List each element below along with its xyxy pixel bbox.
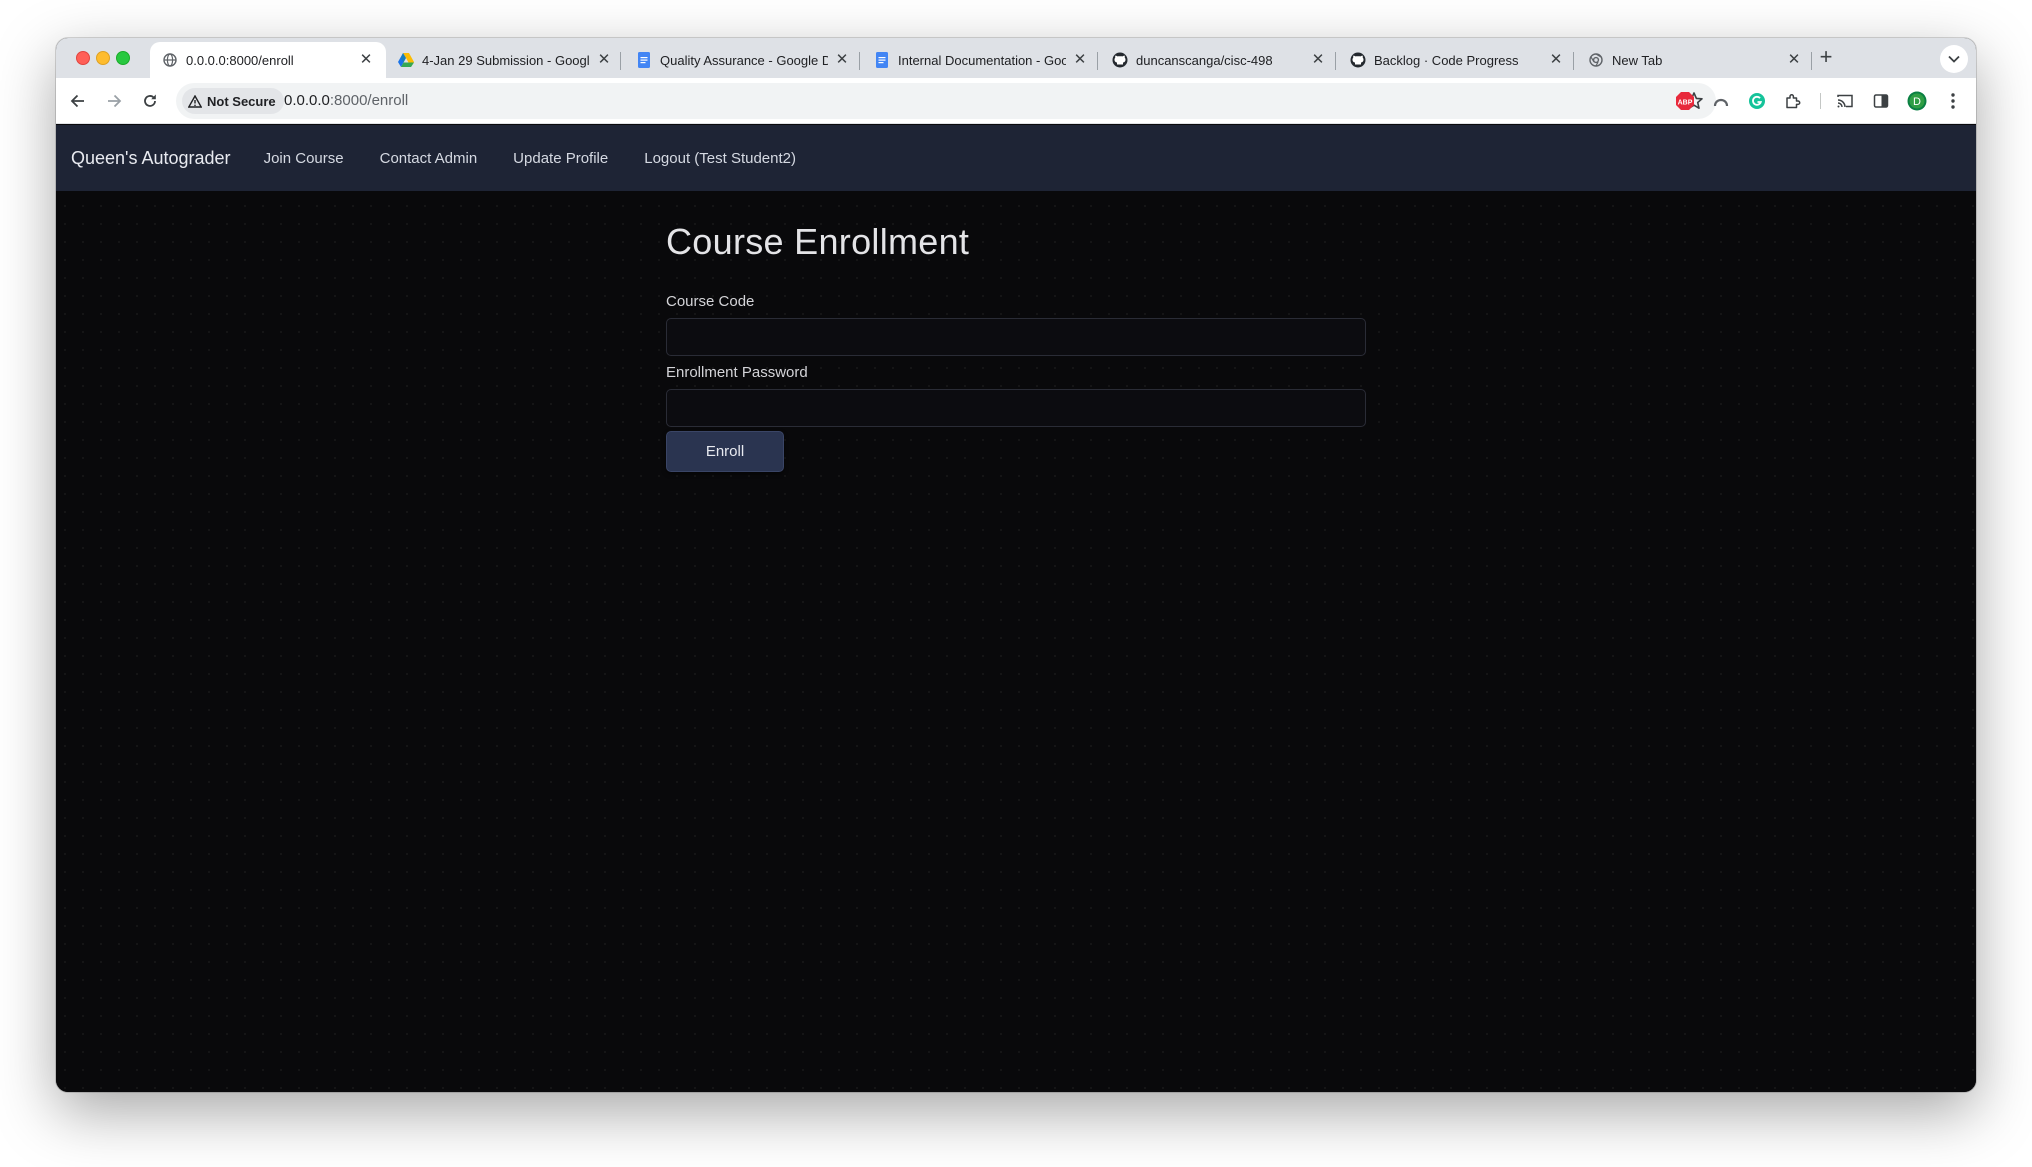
cast-icon[interactable] — [1834, 90, 1856, 112]
google-docs-icon — [636, 52, 652, 68]
course-code-label: Course Code — [666, 293, 755, 310]
tab-title: 4-Jan 29 Submission - Googl — [422, 52, 590, 68]
warning-icon — [188, 94, 202, 108]
close-tab-icon[interactable]: ✕ — [1786, 52, 1802, 68]
google-docs-icon — [874, 52, 890, 68]
nav-update-profile[interactable]: Update Profile — [513, 150, 608, 167]
reload-button[interactable] — [138, 89, 162, 113]
tab-separator — [859, 52, 860, 70]
enroll-button[interactable]: Enroll — [666, 431, 784, 472]
adblock-extension-icon[interactable]: ABP — [1674, 90, 1696, 112]
tab-title: Backlog · Code Progress — [1374, 52, 1519, 68]
tab-new-tab[interactable]: New Tab ✕ — [1576, 42, 1814, 78]
close-window-button[interactable] — [76, 51, 90, 65]
enrollment-password-input[interactable] — [666, 389, 1366, 427]
tab-internal-documentation[interactable]: Internal Documentation - Goo ✕ — [862, 42, 1100, 78]
tab-backlog[interactable]: Backlog · Code Progress ✕ — [1338, 42, 1576, 78]
browser-window: 0.0.0.0:8000/enroll ✕ 4-Jan 29 Submissio… — [56, 38, 1976, 1092]
menu-kebab-icon[interactable] — [1942, 90, 1964, 112]
close-tab-icon[interactable]: ✕ — [1072, 52, 1088, 68]
tab-quality-assurance[interactable]: Quality Assurance - Google D ✕ — [624, 42, 862, 78]
nav-logout[interactable]: Logout (Test Student2) — [644, 150, 796, 167]
chevron-down-icon — [1948, 55, 1960, 63]
course-code-input[interactable] — [666, 318, 1366, 356]
tab-separator — [620, 52, 621, 70]
side-panel-icon[interactable] — [1870, 90, 1892, 112]
brand-link[interactable]: Queen's Autograder — [71, 148, 231, 169]
tab-title: 0.0.0.0:8000/enroll — [186, 52, 294, 68]
security-indicator[interactable]: Not Secure — [182, 88, 284, 114]
address-bar[interactable]: Not Secure 0.0.0.0:8000/enroll — [176, 83, 1716, 119]
tab-separator — [1811, 52, 1812, 70]
profile-avatar[interactable]: D — [1906, 90, 1928, 112]
github-icon — [1112, 52, 1128, 68]
url-host: 0.0.0.0 — [284, 92, 330, 109]
tab-title: Quality Assurance - Google D — [660, 52, 828, 68]
close-tab-icon[interactable]: ✕ — [1548, 52, 1564, 68]
nav-contact-admin[interactable]: Contact Admin — [380, 150, 478, 167]
github-icon — [1350, 52, 1366, 68]
security-label: Not Secure — [207, 93, 276, 109]
new-tab-button[interactable]: + — [1814, 46, 1838, 70]
tab-title: duncanscanga/cisc-498 — [1136, 52, 1273, 68]
page-title: Course Enrollment — [666, 221, 970, 262]
arrow-left-icon — [70, 94, 84, 108]
enrollment-password-label: Enrollment Password — [666, 364, 808, 381]
enrollment-form: Course Enrollment Course Code Enrollment… — [666, 221, 1366, 472]
profile-initial: D — [1913, 96, 1921, 108]
url-text[interactable]: 0.0.0.0:8000/enroll — [284, 92, 408, 109]
tab-separator — [1573, 52, 1574, 70]
arrow-right-icon — [108, 94, 122, 108]
tab-jan29-submission[interactable]: 4-Jan 29 Submission - Googl ✕ — [386, 42, 624, 78]
reload-icon — [144, 94, 156, 107]
chrome-icon — [1588, 52, 1604, 68]
url-path: :8000/enroll — [329, 92, 409, 109]
nav-join-course[interactable]: Join Course — [264, 150, 344, 167]
tab-github-repo[interactable]: duncanscanga/cisc-498 ✕ — [1100, 42, 1338, 78]
forward-button[interactable] — [102, 89, 126, 113]
maximize-window-button[interactable] — [116, 51, 130, 65]
tab-title: Internal Documentation - Goo — [898, 52, 1066, 68]
browser-toolbar: Not Secure 0.0.0.0:8000/enroll ABP D — [56, 78, 1976, 124]
web-page: Queen's Autograder Join Course Contact A… — [56, 125, 1976, 1092]
close-tab-icon[interactable]: ✕ — [1310, 52, 1326, 68]
arc-extension-icon[interactable] — [1710, 90, 1732, 112]
tab-enroll[interactable]: 0.0.0.0:8000/enroll ✕ — [150, 42, 386, 78]
tab-title: New Tab — [1612, 52, 1663, 68]
close-tab-icon[interactable]: ✕ — [596, 52, 612, 68]
globe-icon — [162, 52, 178, 68]
abp-label: ABP — [1678, 100, 1693, 107]
close-tab-icon[interactable]: ✕ — [834, 52, 850, 68]
tab-separator — [1335, 52, 1336, 70]
puzzle-icon[interactable] — [1782, 90, 1804, 112]
site-navbar: Queen's Autograder Join Course Contact A… — [56, 125, 1976, 191]
tab-strip: 0.0.0.0:8000/enroll ✕ 4-Jan 29 Submissio… — [56, 38, 1976, 78]
google-drive-icon — [398, 52, 414, 68]
toolbar-separator — [1820, 93, 1821, 109]
tab-search-button[interactable] — [1940, 45, 1968, 73]
minimize-window-button[interactable] — [96, 51, 110, 65]
back-button[interactable] — [66, 89, 90, 113]
close-tab-icon[interactable]: ✕ — [358, 52, 374, 68]
tab-separator — [1097, 52, 1098, 70]
grammarly-extension-icon[interactable] — [1746, 90, 1768, 112]
